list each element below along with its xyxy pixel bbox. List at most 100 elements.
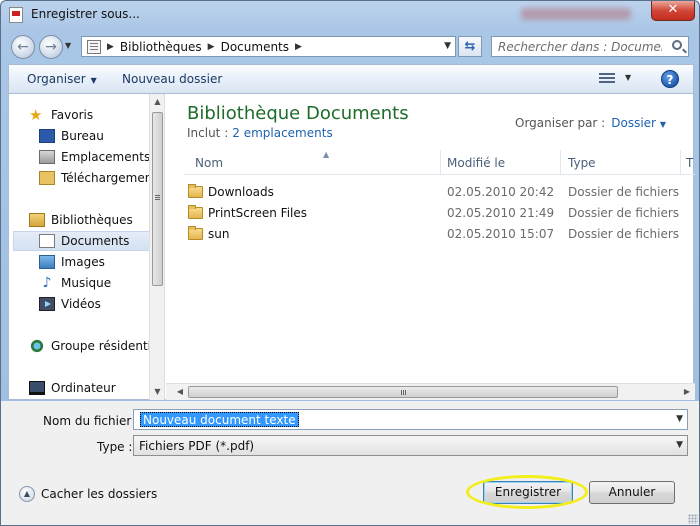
table-row[interactable]: Downloads 02.05.2010 20:42 Dossier de fi…	[184, 182, 695, 203]
sidebar-item-label: Musique	[61, 276, 112, 290]
scrollbar-thumb[interactable]	[152, 112, 163, 286]
chevron-right-icon[interactable]: ▶	[107, 42, 114, 52]
organise-label: Organiser	[27, 72, 86, 86]
cancel-button[interactable]: Annuler	[589, 481, 675, 504]
file-type: Dossier de fichiers	[568, 185, 680, 199]
file-list-pane: Bibliothèque Documents Inclut :2 emplace…	[166, 94, 695, 400]
navigation-pane: ★ Favoris Bureau Emplacements ré Téléchar…	[9, 94, 165, 400]
column-divider[interactable]	[560, 150, 561, 174]
sidebar-item-videos[interactable]: Vidéos	[39, 294, 101, 314]
file-modified: 02.05.2010 15:07	[447, 227, 555, 241]
save-form: Nom du fichier : Nouveau document texte …	[1, 401, 699, 525]
arrow-right-icon: →	[45, 39, 57, 55]
chevron-down-icon[interactable]: ▼	[676, 414, 683, 424]
sidebar-item-label: Groupe résidentiel	[51, 339, 162, 353]
chevron-right-icon[interactable]: ▶	[208, 42, 215, 52]
sidebar-item-label: Images	[61, 255, 105, 269]
music-icon: ♪	[42, 275, 52, 291]
file-name: sun	[208, 227, 230, 241]
forward-button[interactable]: →	[39, 35, 63, 59]
search-input[interactable]	[498, 39, 662, 54]
sidebar-item-homegroup[interactable]: Groupe résidentiel	[29, 336, 162, 356]
command-toolbar: Organiser ▼ Nouveau dossier ▼ ?	[8, 64, 694, 94]
filename-field[interactable]: Nouveau document texte ▼	[133, 409, 688, 430]
location-icon	[87, 39, 101, 54]
arrange-by-value: Dossier	[611, 116, 656, 130]
view-options-icon[interactable]	[599, 73, 615, 85]
desktop-icon	[39, 129, 55, 143]
title-bar: Enregistrer sous... ✕	[1, 1, 699, 29]
close-button[interactable]: ✕	[651, 1, 695, 21]
highlight-annotation	[466, 475, 588, 509]
breadcrumb-documents[interactable]: Documents	[221, 40, 289, 54]
sidebar-item-label: Documents	[61, 234, 130, 248]
new-folder-button[interactable]: Nouveau dossier	[122, 72, 222, 86]
column-type[interactable]: Type	[568, 156, 596, 170]
recent-locations-dropdown[interactable]: ▼	[65, 41, 71, 50]
sidebar-item-label: Favoris	[51, 108, 94, 122]
column-name[interactable]: Nom	[195, 156, 223, 170]
view-dropdown-icon[interactable]: ▼	[625, 73, 631, 82]
filename-selected-text[interactable]: Nouveau document texte	[140, 412, 299, 427]
scroll-down-icon[interactable]: ▼	[150, 384, 164, 400]
arrange-label: Organiser par :	[515, 116, 606, 130]
scrollbar-thumb[interactable]	[188, 386, 618, 398]
file-name: PrintScreen Files	[208, 206, 308, 220]
file-type: Dossier de fichiers	[568, 206, 680, 220]
resize-grip-icon[interactable]	[688, 514, 698, 524]
horizontal-scrollbar[interactable]: ◀ ▶	[166, 383, 695, 400]
sidebar-item-images[interactable]: Images	[39, 252, 105, 272]
sidebar-item-downloads[interactable]: Téléchargements	[39, 168, 163, 188]
help-icon[interactable]: ?	[661, 70, 679, 88]
organise-button[interactable]: Organiser ▼	[27, 72, 97, 86]
title-bar-glow	[521, 8, 631, 20]
table-row[interactable]: sun 02.05.2010 15:07 Dossier de fichiers	[184, 224, 695, 245]
search-box[interactable]	[491, 36, 689, 57]
hide-folders-toggle[interactable]: ▲ Cacher les dossiers	[19, 486, 157, 502]
chevron-up-icon: ▲	[19, 486, 35, 502]
scroll-up-icon[interactable]: ▲	[150, 94, 164, 110]
filename-label: Nom du fichier :	[43, 414, 140, 428]
sidebar-item-favorites[interactable]: ★ Favoris	[29, 105, 93, 125]
table-row[interactable]: PrintScreen Files 02.05.2010 21:49 Dossi…	[184, 203, 695, 224]
videos-icon	[39, 297, 55, 311]
file-modified: 02.05.2010 20:42	[447, 185, 555, 199]
star-icon: ★	[29, 106, 43, 124]
save-as-dialog: Enregistrer sous... ✕ ← → ▼ ▶ Bibliothèq…	[0, 0, 700, 526]
column-size[interactable]: T	[686, 156, 693, 170]
sidebar-item-label: Vidéos	[61, 297, 101, 311]
sidebar-item-recent-places[interactable]: Emplacements ré	[39, 147, 164, 167]
chevron-down-icon[interactable]: ▼	[676, 440, 683, 450]
scroll-left-icon[interactable]: ◀	[172, 384, 188, 400]
homegroup-icon	[29, 339, 45, 353]
address-dropdown-icon[interactable]: ▼	[444, 41, 451, 51]
images-icon	[39, 255, 55, 269]
column-modified[interactable]: Modifié le	[447, 156, 505, 170]
locations-link[interactable]: 2 emplacements	[232, 126, 332, 140]
arrange-by-dropdown[interactable]: Dossier ▼	[611, 116, 666, 130]
back-button[interactable]: ←	[11, 35, 35, 59]
sidebar-item-libraries[interactable]: Bibliothèques	[29, 210, 133, 230]
sidebar-item-documents[interactable]: Documents	[13, 231, 151, 251]
search-icon[interactable]	[672, 40, 682, 50]
library-includes: Inclut :2 emplacements	[187, 126, 333, 140]
sidebar-item-computer[interactable]: Ordinateur	[29, 378, 116, 398]
column-divider[interactable]	[680, 150, 681, 174]
type-label: Type :	[97, 440, 133, 454]
scroll-right-icon[interactable]: ▶	[679, 384, 695, 400]
sidebar-item-desktop[interactable]: Bureau	[39, 126, 104, 146]
file-type-select[interactable]: Fichiers PDF (*.pdf) ▼	[133, 435, 688, 456]
chevron-right-icon[interactable]: ▶	[295, 42, 302, 52]
column-header: ▲ Nom Modifié le Type T	[184, 150, 695, 175]
downloads-icon	[39, 171, 55, 185]
sort-ascending-icon: ▲	[323, 150, 330, 159]
refresh-icon: ⇆	[464, 39, 476, 54]
breadcrumb-libraries[interactable]: Bibliothèques	[120, 40, 202, 54]
refresh-button[interactable]: ⇆	[458, 36, 482, 57]
sidebar-item-music[interactable]: ♪ Musique	[39, 273, 112, 293]
file-type: Dossier de fichiers	[568, 227, 680, 241]
column-divider[interactable]	[440, 150, 441, 174]
sidebar-scrollbar[interactable]: ▲ ▼	[149, 94, 164, 400]
sidebar-item-label: Bibliothèques	[51, 213, 133, 227]
address-bar[interactable]: ▶ Bibliothèques ▶ Documents ▶ ▼	[81, 36, 456, 57]
